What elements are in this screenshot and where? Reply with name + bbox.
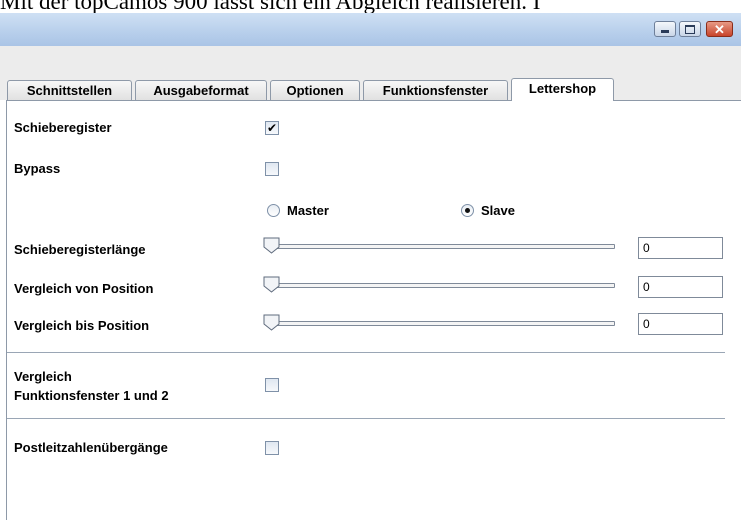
- maximize-button[interactable]: [679, 21, 701, 37]
- vergleich-bis-position-input[interactable]: 0: [638, 313, 723, 335]
- document-caption: Mit der topCamos 900 lässt sich ein Abgl…: [0, 0, 541, 13]
- postleitzahlenuebergaenge-label: Postleitzahlenübergänge: [14, 440, 168, 455]
- vergleich-bis-position-label: Vergleich bis Position: [14, 318, 150, 333]
- bypass-checkbox[interactable]: [265, 162, 279, 176]
- window-titlebar: ✕: [0, 13, 741, 46]
- schieberegisterlaenge-slider-thumb[interactable]: [263, 237, 280, 254]
- vergleich-von-position-input[interactable]: 0: [638, 276, 723, 298]
- close-button[interactable]: ✕: [706, 21, 733, 37]
- slave-radio[interactable]: [461, 204, 474, 217]
- postleitzahlenuebergaenge-checkbox[interactable]: [265, 441, 279, 455]
- tab-optionen[interactable]: Optionen: [270, 80, 360, 100]
- empty-toolbar-area: [0, 46, 741, 78]
- tab-ausgabeformat[interactable]: Ausgabeformat: [135, 80, 267, 100]
- maximize-icon: [680, 22, 700, 36]
- separator: [7, 418, 725, 419]
- close-icon: ✕: [714, 21, 725, 37]
- slave-label: Slave: [481, 203, 515, 218]
- vergleich-von-position-slider-track[interactable]: [270, 283, 615, 288]
- separator: [7, 352, 725, 353]
- master-label: Master: [287, 203, 329, 218]
- schieberegisterlaenge-label: Schieberegisterlänge: [14, 242, 146, 257]
- schieberegister-checkbox[interactable]: ✔: [265, 121, 279, 135]
- schieberegisterlaenge-slider-track[interactable]: [270, 244, 615, 249]
- vergleich-funktionsfenster-checkbox[interactable]: [265, 378, 279, 392]
- tab-schnittstellen[interactable]: Schnittstellen: [7, 80, 132, 100]
- vergleich-von-position-slider-thumb[interactable]: [263, 276, 280, 293]
- vergleich-bis-position-slider-thumb[interactable]: [263, 314, 280, 331]
- vergleich-funktionsfenster-label-line2: Funktionsfenster 1 und 2: [14, 388, 169, 403]
- bypass-label: Bypass: [14, 161, 61, 176]
- vergleich-funktionsfenster-label-line1: Vergleich: [14, 369, 72, 384]
- lettershop-panel: Schieberegister ✔ Bypass Master Slave Sc…: [6, 100, 741, 520]
- minimize-icon: [655, 22, 675, 36]
- schieberegister-label: Schieberegister: [14, 120, 112, 135]
- tab-funktionsfenster[interactable]: Funktionsfenster: [363, 80, 508, 100]
- schieberegisterlaenge-input[interactable]: 0: [638, 237, 723, 259]
- master-radio[interactable]: [267, 204, 280, 217]
- vergleich-bis-position-slider-track[interactable]: [270, 321, 615, 326]
- vergleich-von-position-label: Vergleich von Position: [14, 281, 154, 296]
- minimize-button[interactable]: [654, 21, 676, 37]
- tab-lettershop[interactable]: Lettershop: [511, 78, 614, 101]
- tab-bar: Schnittstellen Ausgabeformat Optionen Fu…: [0, 78, 741, 101]
